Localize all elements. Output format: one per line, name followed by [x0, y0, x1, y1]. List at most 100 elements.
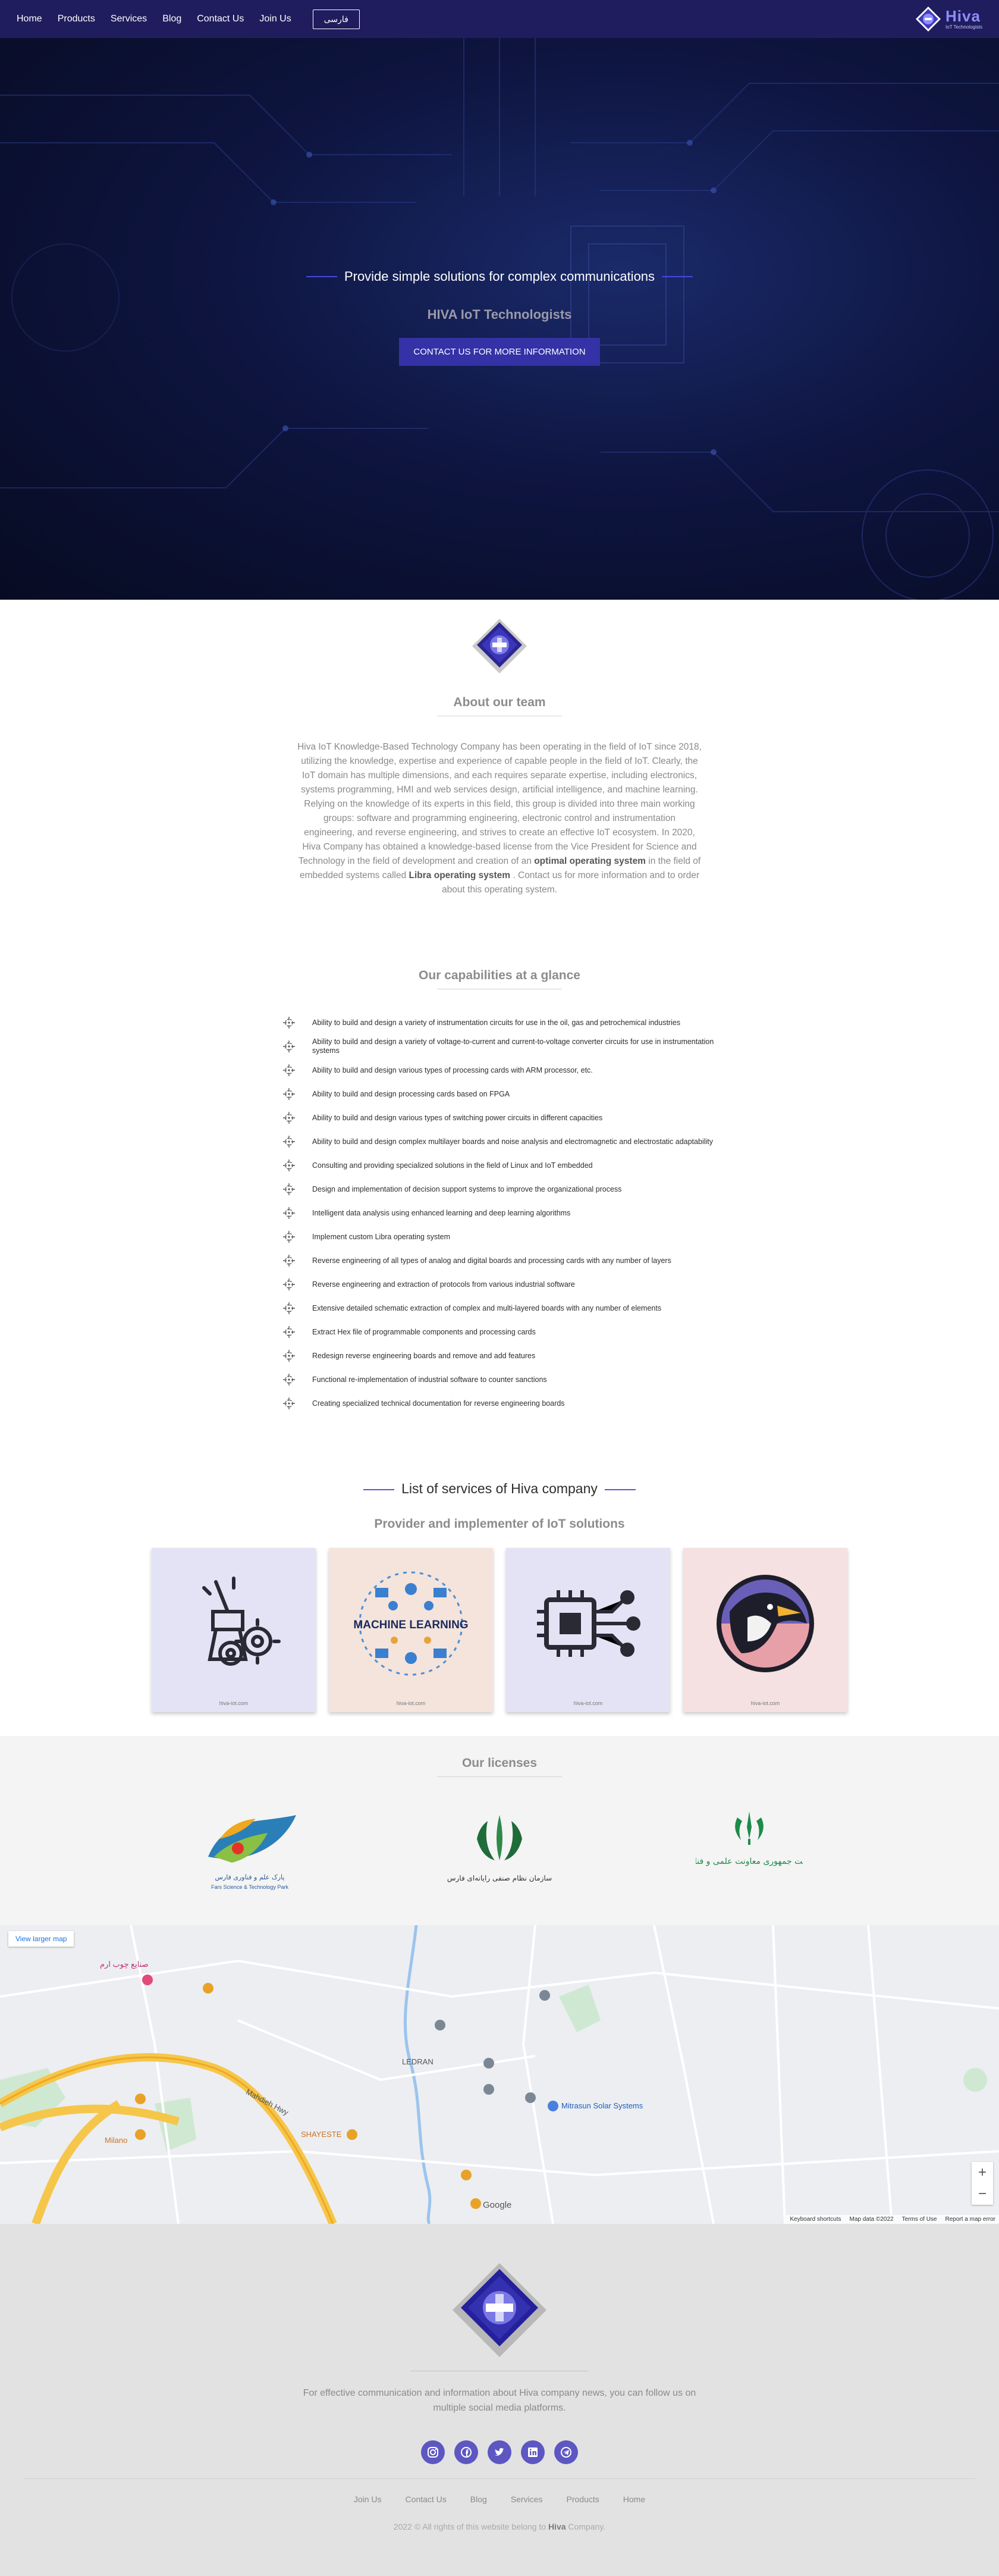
twitter-icon[interactable]	[488, 2440, 511, 2464]
nav-join[interactable]: Join Us	[259, 14, 291, 24]
services-subtitle: Provider and implementer of IoT solution…	[374, 1517, 625, 1531]
capability-text: Ability to build and design various type…	[312, 1066, 593, 1074]
capability-item: Intelligent data analysis using enhanced…	[282, 1201, 717, 1225]
nav-home[interactable]: Home	[17, 14, 42, 24]
nav-blog[interactable]: Blog	[162, 14, 181, 24]
zoom-out-button[interactable]: −	[972, 2183, 993, 2205]
map-canvas[interactable]	[0, 1925, 999, 2224]
penguin-icon	[717, 1575, 814, 1672]
service-card-linux[interactable]: hiva-iot.com	[683, 1548, 847, 1712]
capability-text: Creating specialized technical documenta…	[312, 1399, 565, 1408]
capability-text: Ability to build and design a variety of…	[312, 1018, 681, 1027]
capabilities-section: Our capabilities at a glance Ability to …	[0, 897, 999, 1415]
crosshair-icon	[283, 1302, 295, 1314]
nav-services[interactable]: Services	[111, 14, 147, 24]
capability-text: Ability to build and design various type…	[312, 1113, 603, 1122]
presidency-logo: ریاست جمهوری معاونت علمی و فناوری	[696, 1812, 803, 1866]
crosshair-icon	[283, 1207, 295, 1219]
capability-text: Intelligent data analysis using enhanced…	[312, 1208, 571, 1217]
capability-item: Ability to build and design processing c…	[282, 1082, 717, 1106]
brand-name: Hiva	[945, 7, 981, 25]
headline-deco-right	[662, 274, 693, 279]
capability-text: Redesign reverse engineering boards and …	[312, 1351, 536, 1360]
capability-item: Consulting and providing specialized sol…	[282, 1154, 717, 1177]
footer-divider	[24, 2478, 975, 2479]
services-section: List of services of Hiva company Provide…	[0, 1415, 999, 1712]
card-caption: hiva-iot.com	[219, 1700, 249, 1706]
brand-tagline: IoT Technologists	[945, 24, 982, 30]
report-error-link[interactable]: Report a map error	[945, 2216, 995, 2223]
about-section: About our team Hiva IoT Knowledge-Based …	[0, 600, 999, 897]
capability-text: Functional re-implementation of industri…	[312, 1375, 547, 1384]
capability-item: Implement custom Libra operating system	[282, 1225, 717, 1249]
crosshair-icon	[283, 1183, 295, 1195]
capability-item: Reverse engineering of all types of anal…	[282, 1249, 717, 1273]
services-deco-right	[604, 1487, 636, 1491]
capability-text: Ability to build and design a variety of…	[312, 1038, 714, 1055]
map-label-shayeste: SHAYESTE	[301, 2130, 342, 2139]
view-larger-map-link[interactable]: View larger map	[8, 1931, 74, 1947]
team-diamond-icon	[472, 619, 527, 673]
capability-item: Ability to build and design complex mult…	[282, 1130, 717, 1154]
crosshair-icon	[283, 1374, 295, 1386]
brand-logo-link[interactable]: Hiva IoT Technologists	[915, 5, 982, 33]
footer-links: Join Us Contact Us Blog Services Product…	[0, 2494, 999, 2504]
capability-text: Reverse engineering and extraction of pr…	[312, 1280, 575, 1289]
machine-learning-label: MACHINE LEARNING	[353, 1619, 468, 1631]
capability-item: Functional re-implementation of industri…	[282, 1368, 717, 1392]
service-card-machine-learning[interactable]: MACHINE LEARNING hiva-iot.com	[329, 1548, 493, 1712]
zoom-in-button[interactable]: +	[972, 2162, 993, 2183]
fars-industrial-logo: سازمان نظام صنفی رایانه‌ای فارس	[447, 1815, 552, 1883]
instagram-icon[interactable]	[421, 2440, 445, 2464]
map-label-milano: Milano	[105, 2136, 128, 2145]
copyright: 2022 © All rights of this website belong…	[393, 2522, 606, 2531]
capability-item: Creating specialized technical documenta…	[282, 1392, 717, 1415]
footer-link-products[interactable]: Products	[567, 2494, 599, 2504]
crosshair-icon	[283, 1064, 295, 1076]
capability-item: Extract Hex file of programmable compone…	[282, 1320, 717, 1344]
service-card-hardware[interactable]: hiva-iot.com	[506, 1548, 670, 1712]
crosshair-icon	[283, 1255, 295, 1267]
map-footer: Keyboard shortcuts Map data ©2022 Terms …	[786, 2215, 999, 2224]
licenses-title-underline	[437, 1776, 562, 1777]
footer-link-blog[interactable]: Blog	[470, 2494, 487, 2504]
capability-item: Design and implementation of decision su…	[282, 1177, 717, 1201]
footer-link-join[interactable]: Join Us	[354, 2494, 382, 2504]
language-button[interactable]: فارسی	[312, 9, 360, 29]
about-bold-libra: Libra operating system	[409, 870, 511, 880]
capability-text: Design and implementation of decision su…	[312, 1184, 622, 1193]
nav-products[interactable]: Products	[58, 14, 95, 24]
hero-section: Provide simple solutions for complex com…	[0, 0, 999, 600]
footer-link-services[interactable]: Services	[511, 2494, 543, 2504]
nav-contact[interactable]: Contact Us	[197, 14, 244, 24]
keyboard-shortcuts-link[interactable]: Keyboard shortcuts	[790, 2216, 841, 2223]
hiva-logo-icon	[916, 7, 941, 32]
crosshair-icon	[283, 1041, 295, 1052]
terms-link[interactable]: Terms of Use	[902, 2216, 937, 2223]
hero-subtitle: HIVA IoT Technologists	[427, 307, 572, 322]
services-deco-left	[363, 1487, 395, 1491]
map-label-solar: Mitrasun Solar Systems	[561, 2101, 643, 2110]
top-navbar: Home Products Services Blog Contact Us J…	[0, 0, 999, 38]
crosshair-icon	[283, 1231, 295, 1243]
about-text: Hiva IoT Knowledge-Based Technology Comp…	[297, 742, 702, 895]
facebook-icon[interactable]	[454, 2440, 478, 2464]
capabilities-list: Ability to build and design a variety of…	[282, 1011, 717, 1415]
contact-cta-button[interactable]: CONTACT US FOR MORE INFORMATION	[399, 338, 600, 366]
capability-text: Ability to build and design complex mult…	[312, 1137, 713, 1146]
crosshair-icon	[283, 1278, 295, 1290]
linkedin-icon[interactable]	[521, 2440, 545, 2464]
capability-item: Ability to build and design a variety of…	[282, 1011, 717, 1035]
about-bold-os: optimal operating system	[534, 856, 646, 866]
footer-link-contact[interactable]: Contact Us	[406, 2494, 447, 2504]
google-map[interactable]: View larger map صنایع چوب ارم Mahdieh Hw…	[0, 1925, 999, 2224]
footer-link-home[interactable]: Home	[623, 2494, 645, 2504]
service-card-engineering[interactable]: hiva-iot.com	[152, 1548, 316, 1712]
map-label-district: LEDRAN	[402, 2057, 433, 2066]
capability-item: Extensive detailed schematic extraction …	[282, 1296, 717, 1320]
service-cards: hiva-iot.com MACHINE LEARNING hiva-iot.c…	[0, 1548, 999, 1712]
capability-item: Ability to build and design various type…	[282, 1058, 717, 1082]
copyright-brand: Hiva	[548, 2522, 566, 2531]
licenses-section: Our licenses پارک علم و فناوری فارس Fars…	[0, 1736, 999, 1925]
telegram-icon[interactable]	[554, 2440, 578, 2464]
